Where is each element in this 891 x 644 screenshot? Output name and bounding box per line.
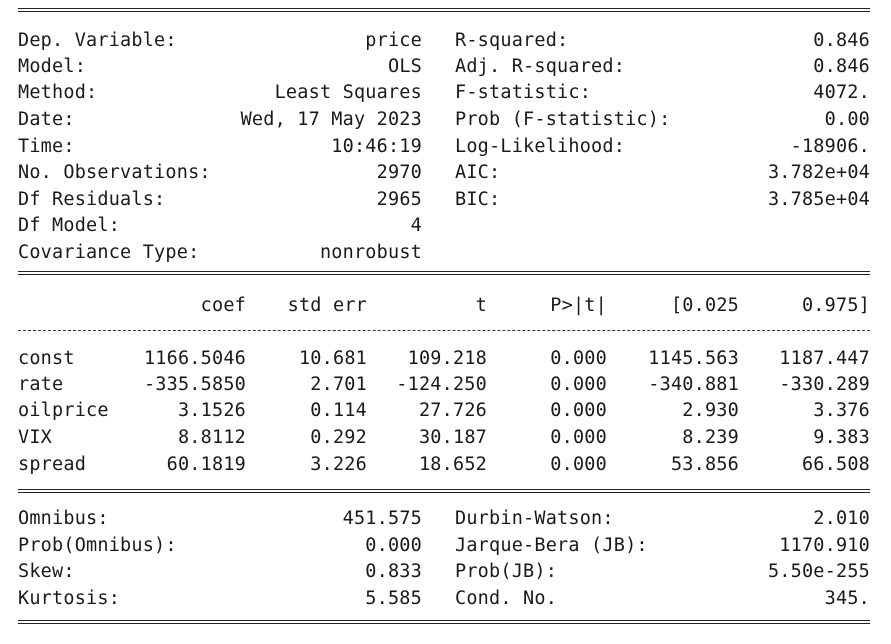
label-aic: AIC:	[455, 162, 501, 183]
value-df-residuals: 2965	[376, 189, 422, 210]
value-prob-jb: 5.50e-255	[767, 561, 870, 582]
coef-header-dashed-rule	[18, 330, 870, 331]
label-no-observations: No. Observations:	[18, 162, 211, 183]
top-double-rule	[18, 8, 870, 12]
value-f-statistic: 4072.	[813, 82, 870, 103]
value-r-squared: 0.846	[813, 30, 870, 51]
cell-ci-upper: 1187.447	[779, 348, 870, 369]
label-dep-variable: Dep. Variable:	[18, 30, 177, 51]
cell-ci-lower: 2.930	[682, 400, 739, 421]
label-r-squared: R-squared:	[455, 30, 569, 51]
row-name: oilprice	[18, 400, 109, 421]
cell-std-err: 0.114	[310, 400, 367, 421]
label-time: Time:	[18, 136, 75, 157]
cell-t: 18.652	[418, 454, 487, 475]
bottom-double-rule	[18, 620, 870, 624]
label-date: Date:	[18, 109, 75, 130]
label-cond-no: Cond. No.	[455, 588, 558, 609]
cell-std-err: 10.681	[298, 348, 367, 369]
cell-ci-upper: 3.376	[813, 400, 870, 421]
cell-p-value: 0.000	[550, 374, 607, 395]
label-f-statistic: F-statistic:	[455, 82, 592, 103]
label-skew: Skew:	[18, 561, 75, 582]
cell-ci-lower: -340.881	[648, 374, 739, 395]
value-prob-f-statistic: 0.00	[824, 109, 870, 130]
cell-coef: 1166.5046	[143, 348, 246, 369]
col-header-ci-lower: [0.025	[670, 295, 739, 316]
row-name: VIX	[18, 427, 53, 448]
col-header-coef: coef	[200, 295, 246, 316]
row-name: spread	[18, 454, 87, 475]
cell-std-err: 2.701	[310, 374, 367, 395]
value-skew: 0.833	[365, 561, 422, 582]
row-name: const	[18, 348, 75, 369]
cell-coef: 8.8112	[177, 427, 246, 448]
label-omnibus: Omnibus:	[18, 508, 109, 529]
label-df-residuals: Df Residuals:	[18, 189, 166, 210]
label-prob-omnibus: Prob(Omnibus):	[18, 535, 177, 556]
label-bic: BIC:	[455, 189, 501, 210]
coef-double-rule	[18, 489, 870, 493]
value-adj-r-squared: 0.846	[813, 56, 870, 77]
label-log-likelihood: Log-Likelihood:	[455, 136, 626, 157]
col-header-ci-upper: 0.975]	[801, 295, 870, 316]
cell-std-err: 3.226	[310, 454, 367, 475]
cell-ci-upper: 9.383	[813, 427, 870, 448]
cell-coef: 3.1526	[177, 400, 246, 421]
cell-ci-lower: 53.856	[670, 454, 739, 475]
label-covariance-type: Covariance Type:	[18, 242, 200, 263]
row-name: rate	[18, 374, 64, 395]
label-model: Model:	[18, 56, 87, 77]
value-time: 10:46:19	[331, 136, 422, 157]
cell-coef: 60.1819	[166, 454, 246, 475]
label-durbin-watson: Durbin-Watson:	[455, 508, 614, 529]
value-bic: 3.785e+04	[767, 189, 870, 210]
value-no-observations: 2970	[376, 162, 422, 183]
value-jarque-bera: 1170.910	[779, 535, 870, 556]
cell-p-value: 0.000	[550, 427, 607, 448]
value-cond-no: 345.	[824, 588, 870, 609]
label-adj-r-squared: Adj. R-squared:	[455, 56, 626, 77]
value-dep-variable: price	[365, 30, 422, 51]
value-kurtosis: 5.585	[365, 588, 422, 609]
cell-p-value: 0.000	[550, 400, 607, 421]
cell-t: 109.218	[407, 348, 487, 369]
value-durbin-watson: 2.010	[813, 508, 870, 529]
label-prob-jb: Prob(JB):	[455, 561, 558, 582]
cell-p-value: 0.000	[550, 454, 607, 475]
cell-std-err: 0.292	[310, 427, 367, 448]
cell-t: 27.726	[418, 400, 487, 421]
value-method: Least Squares	[274, 82, 422, 103]
cell-t: -124.250	[396, 374, 487, 395]
cell-ci-upper: 66.508	[801, 454, 870, 475]
label-df-model: Df Model:	[18, 215, 121, 236]
value-omnibus: 451.575	[342, 508, 422, 529]
value-log-likelihood: -18906.	[790, 136, 870, 157]
col-header-t: t	[475, 295, 487, 316]
header-double-rule	[18, 271, 870, 275]
value-date: Wed, 17 May 2023	[240, 109, 422, 130]
cell-ci-upper: -330.289	[779, 374, 870, 395]
value-covariance-type: nonrobust	[319, 242, 422, 263]
ols-summary: Dep. Variable: price Model: OLS Method: …	[0, 0, 891, 644]
label-kurtosis: Kurtosis:	[18, 588, 121, 609]
label-prob-f-statistic: Prob (F-statistic):	[455, 109, 671, 130]
cell-t: 30.187	[418, 427, 487, 448]
label-method: Method:	[18, 82, 98, 103]
value-df-model: 4	[410, 215, 422, 236]
cell-ci-lower: 8.239	[682, 427, 739, 448]
label-jarque-bera: Jarque-Bera (JB):	[455, 535, 648, 556]
value-prob-omnibus: 0.000	[365, 535, 422, 556]
value-aic: 3.782e+04	[767, 162, 870, 183]
value-model: OLS	[387, 56, 422, 77]
cell-coef: -335.5850	[143, 374, 246, 395]
col-header-p-value: P>|t|	[550, 295, 607, 316]
cell-ci-lower: 1145.563	[648, 348, 739, 369]
cell-p-value: 0.000	[550, 348, 607, 369]
col-header-std-err: std err	[287, 295, 367, 316]
